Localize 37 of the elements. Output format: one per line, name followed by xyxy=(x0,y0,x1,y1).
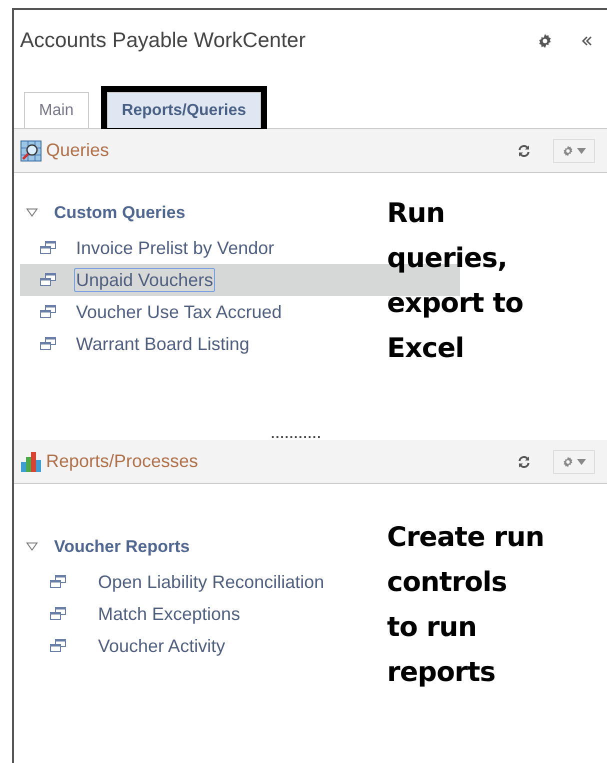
magnifier-grid-icon xyxy=(20,140,42,162)
splitter-handle[interactable]: ........... xyxy=(271,428,322,440)
options-button[interactable] xyxy=(553,450,595,474)
expanded-icon[interactable] xyxy=(26,208,38,218)
bar-chart-icon xyxy=(20,450,42,472)
gear-icon xyxy=(562,144,574,156)
section-title: Reports/Processes xyxy=(46,450,200,473)
group-title[interactable]: Voucher Reports xyxy=(54,534,190,560)
annotation-text: Run queries, export to Excel xyxy=(387,197,524,366)
query-link[interactable]: Warrant Board Listing xyxy=(74,332,252,356)
window-icon xyxy=(50,639,66,652)
caret-icon xyxy=(577,148,586,154)
query-link[interactable]: Unpaid Vouchers xyxy=(74,268,216,292)
caret-icon xyxy=(577,458,586,464)
annotation-text: Create run controls to run reports xyxy=(387,521,544,690)
options-button[interactable] xyxy=(553,138,595,162)
group-title[interactable]: Custom Queries xyxy=(54,200,186,226)
window-icon xyxy=(40,241,56,254)
query-link[interactable]: Voucher Activity xyxy=(96,634,228,658)
window-icon xyxy=(50,575,66,588)
collapse-icon[interactable] xyxy=(581,35,593,47)
query-link[interactable]: Open Liability Reconciliation xyxy=(96,570,326,594)
window-icon xyxy=(40,305,56,318)
window-icon xyxy=(40,273,56,286)
refresh-icon[interactable] xyxy=(517,144,531,158)
query-link[interactable]: Voucher Use Tax Accrued xyxy=(74,300,284,324)
window-title: Accounts Payable WorkCenter xyxy=(20,28,307,54)
refresh-icon[interactable] xyxy=(517,454,531,468)
section-title: Queries xyxy=(46,139,110,162)
query-link[interactable]: Invoice Prelist by Vendor xyxy=(74,236,276,260)
settings-icon[interactable] xyxy=(537,33,553,49)
query-link[interactable]: Match Exceptions xyxy=(96,602,242,626)
tab[interactable]: Main xyxy=(24,92,89,128)
window-icon xyxy=(50,607,66,620)
gear-icon xyxy=(562,456,574,468)
expanded-icon[interactable] xyxy=(26,542,38,552)
window-icon xyxy=(40,337,56,350)
